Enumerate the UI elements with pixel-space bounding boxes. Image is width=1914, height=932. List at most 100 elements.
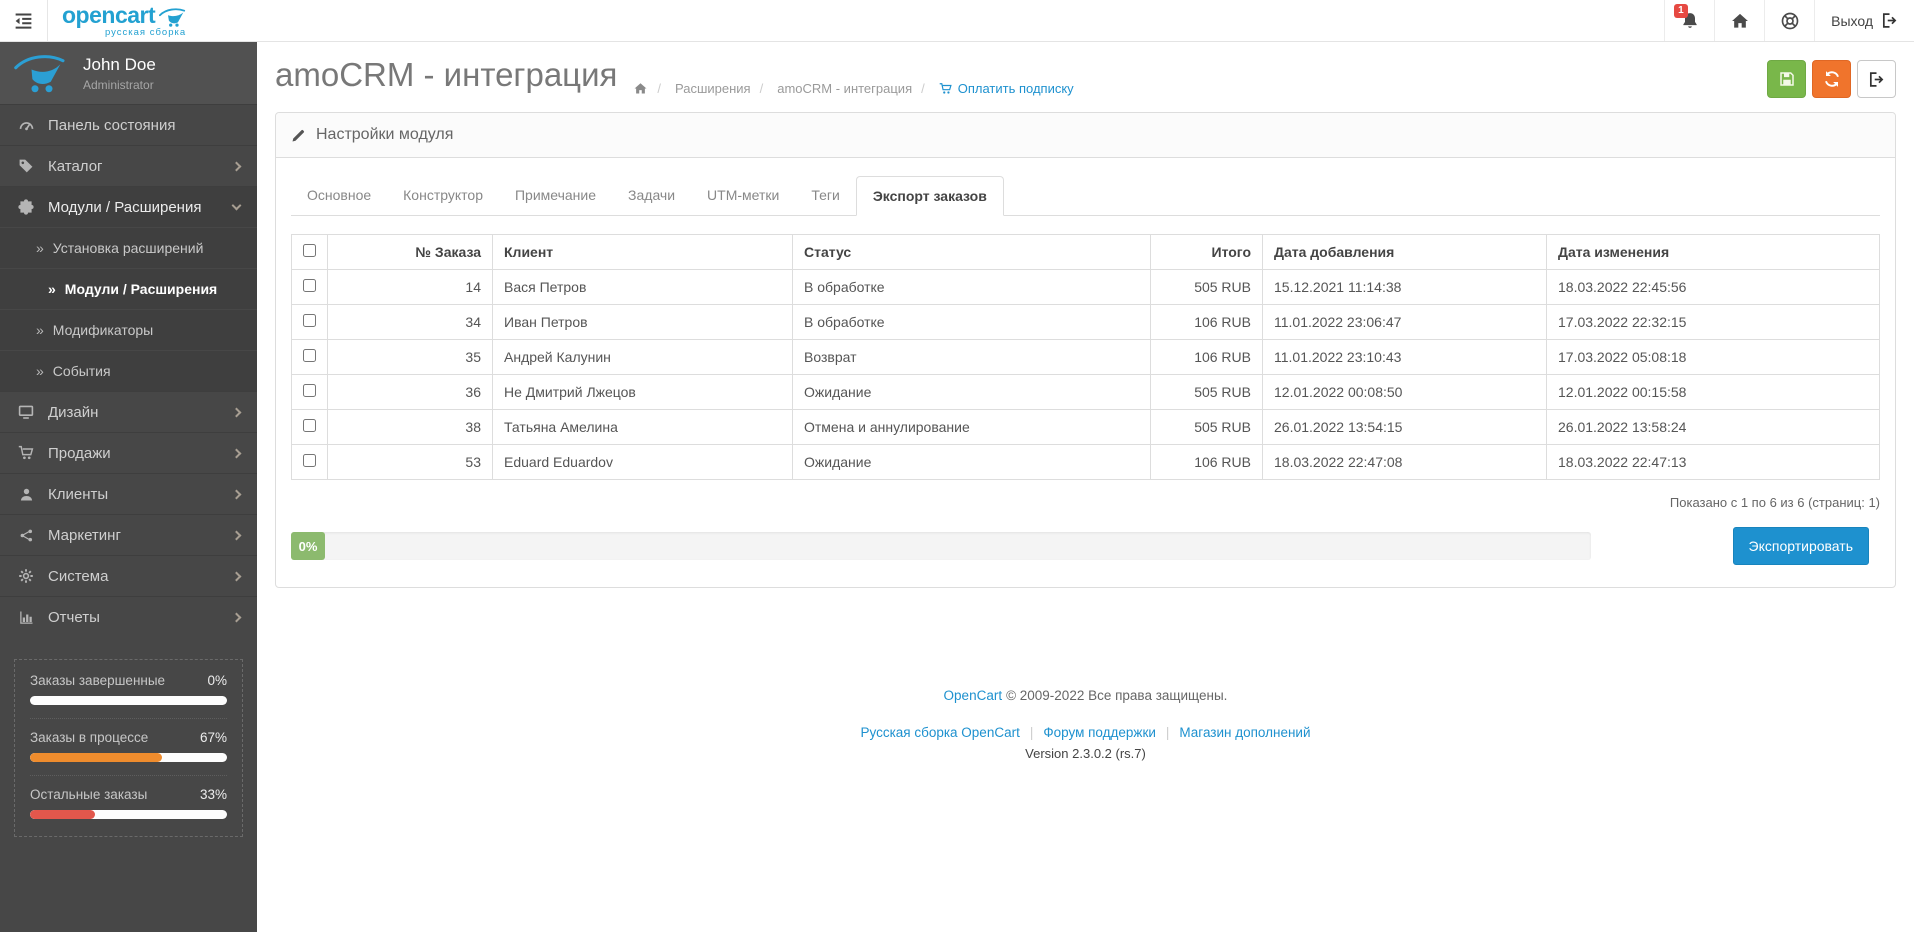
cell-date-added: 15.12.2021 11:14:38	[1263, 270, 1547, 305]
opencart-link[interactable]: OpenCart	[944, 688, 1003, 703]
submenu-item-modules[interactable]: » Модули / Расширения	[0, 268, 257, 309]
cell-order-id: 38	[328, 410, 493, 445]
row-checkbox[interactable]	[303, 384, 316, 397]
sidebar-item-label: Модули / Расширения	[48, 199, 201, 216]
user-name: John Doe	[83, 55, 156, 75]
chevron-right-icon	[232, 530, 242, 540]
footer-copyright: OpenCart© 2009-2022 Все права защищены.	[257, 688, 1914, 703]
sidebar-item-sales[interactable]: Продажи	[0, 432, 257, 473]
monitor-icon	[17, 404, 35, 420]
sidebar-menu: Панель состояния Каталог Модули / Расшир…	[0, 104, 257, 637]
row-checkbox[interactable]	[303, 419, 316, 432]
breadcrumb-home[interactable]	[633, 81, 648, 96]
tab-tasks[interactable]: Задачи	[612, 176, 691, 216]
dashboard-gauge-icon	[17, 117, 35, 134]
cell-client: Вася Петров	[493, 270, 793, 305]
tab-order-export[interactable]: Экспорт заказов	[856, 176, 1004, 216]
tab-tags[interactable]: Теги	[795, 176, 855, 216]
cell-order-id: 34	[328, 305, 493, 340]
footer-link-russian-build[interactable]: Русская сборка OpenCart	[860, 725, 1019, 740]
pay-subscription-label: Оплатить подписку	[958, 81, 1074, 96]
pencil-icon	[291, 128, 306, 143]
sidebar-item-reports[interactable]: Отчеты	[0, 596, 257, 637]
sidebar-item-label: Продажи	[48, 445, 111, 462]
footer-link-addons-store[interactable]: Магазин дополнений	[1179, 725, 1310, 740]
sidebar: John Doe Administrator Панель состояния …	[0, 42, 257, 932]
exit-arrow-icon	[1868, 71, 1885, 88]
stat-progress-fill	[30, 753, 162, 762]
row-checkbox[interactable]	[303, 349, 316, 362]
cell-client: Татьяна Амелина	[493, 410, 793, 445]
sidebar-item-label: Отчеты	[48, 609, 100, 626]
stat-processing-orders: Заказы в процессе 67%	[30, 719, 227, 776]
home-icon	[1730, 11, 1750, 31]
storefront-home-button[interactable]	[1714, 0, 1764, 41]
chevron-right-icon	[232, 571, 242, 581]
link-separator: |	[1020, 725, 1044, 740]
cell-date-modified: 18.03.2022 22:47:13	[1547, 445, 1880, 480]
tab-utm[interactable]: UTM-метки	[691, 176, 795, 216]
export-button[interactable]: Экспортировать	[1733, 527, 1869, 565]
cell-client: Eduard Eduardov	[493, 445, 793, 480]
sidebar-item-design[interactable]: Дизайн	[0, 391, 257, 432]
row-checkbox[interactable]	[303, 454, 316, 467]
sidebar-profile: John Doe Administrator	[0, 42, 257, 104]
sidebar-item-label: Дизайн	[48, 404, 98, 421]
chevron-right-icon	[232, 161, 242, 171]
submenu-item-modifications[interactable]: » Модификаторы	[0, 309, 257, 350]
table-row: 38 Татьяна Амелина Отмена и аннулировани…	[292, 410, 1880, 445]
stat-label: Остальные заказы	[30, 787, 147, 802]
sidebar-item-dashboard[interactable]: Панель состояния	[0, 104, 257, 145]
stat-value: 67%	[200, 730, 227, 745]
cell-date-added: 18.03.2022 22:47:08	[1263, 445, 1547, 480]
cart-icon	[17, 445, 35, 461]
chevron-down-icon	[232, 200, 242, 210]
sidebar-collapse-button[interactable]	[0, 0, 48, 41]
footer-link-support-forum[interactable]: Форум поддержки	[1043, 725, 1156, 740]
logout-button[interactable]: Выход	[1814, 0, 1914, 41]
submenu-arrow-icon: »	[36, 363, 44, 379]
breadcrumb-item-current[interactable]: amoCRM - интеграция	[751, 81, 913, 96]
cell-status: Ожидание	[793, 375, 1151, 410]
sidebar-item-extensions[interactable]: Модули / Расширения	[0, 186, 257, 227]
row-checkbox[interactable]	[303, 314, 316, 327]
submenu-item-events[interactable]: » События	[0, 350, 257, 391]
stat-label: Заказы завершенные	[30, 673, 165, 688]
breadcrumb-item-extensions[interactable]: Расширения	[648, 81, 750, 96]
cell-total: 505 RUB	[1151, 410, 1263, 445]
sidebar-item-label: Маркетинг	[48, 527, 121, 544]
logo-text: opencart	[62, 4, 155, 27]
cancel-exit-button[interactable]	[1857, 60, 1896, 98]
refresh-button[interactable]	[1812, 60, 1851, 98]
select-all-checkbox[interactable]	[303, 244, 316, 257]
table-row: 34 Иван Петров В обработке 106 RUB 11.01…	[292, 305, 1880, 340]
topbar: opencart русская сборка 1 Выход	[0, 0, 1914, 42]
opencart-logo[interactable]: opencart русская сборка	[48, 0, 200, 41]
sidebar-item-marketing[interactable]: Маркетинг	[0, 514, 257, 555]
tab-note[interactable]: Примечание	[499, 176, 612, 216]
cell-date-added: 11.01.2022 23:10:43	[1263, 340, 1547, 375]
submenu-arrow-icon: »	[48, 281, 56, 297]
sidebar-item-catalog[interactable]: Каталог	[0, 145, 257, 186]
save-button[interactable]	[1767, 60, 1806, 98]
main-content: amoCRM - интеграция Расширения amoCRM - …	[257, 42, 1914, 932]
cell-total: 106 RUB	[1151, 445, 1263, 480]
sidebar-item-system[interactable]: Система	[0, 555, 257, 596]
submenu-arrow-icon: »	[36, 240, 44, 256]
home-icon	[633, 81, 648, 96]
stat-value: 0%	[207, 673, 227, 688]
submenu-item-label: Установка расширений	[53, 240, 204, 256]
cell-date-modified: 18.03.2022 22:45:56	[1547, 270, 1880, 305]
tab-general[interactable]: Основное	[291, 176, 387, 216]
support-button[interactable]	[1764, 0, 1814, 41]
row-checkbox[interactable]	[303, 279, 316, 292]
tab-constructor[interactable]: Конструктор	[387, 176, 499, 216]
notifications-button[interactable]: 1	[1664, 0, 1714, 41]
cell-client: Иван Петров	[493, 305, 793, 340]
cell-client: Андрей Калунин	[493, 340, 793, 375]
sidebar-item-customers[interactable]: Клиенты	[0, 473, 257, 514]
notification-badge: 1	[1674, 4, 1688, 18]
breadcrumb-pay-subscription-link[interactable]: Оплатить подписку	[912, 81, 1074, 96]
submenu-item-installer[interactable]: » Установка расширений	[0, 227, 257, 268]
stat-value: 33%	[200, 787, 227, 802]
